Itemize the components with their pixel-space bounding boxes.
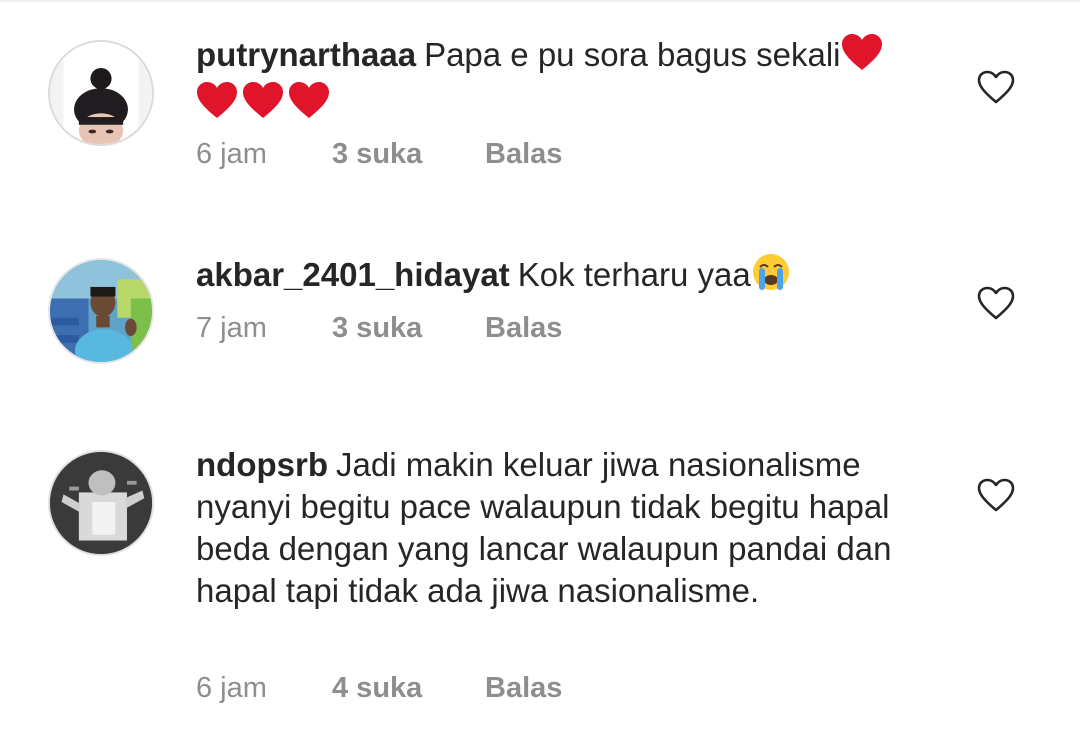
avatar-photo (50, 452, 152, 554)
comment-time: 7 jam (196, 312, 267, 344)
loudly-crying-face-icon (751, 252, 791, 302)
reply-button[interactable]: Balas (485, 312, 562, 345)
like-button[interactable] (976, 284, 1016, 324)
avatar[interactable] (48, 258, 154, 364)
comment-message: Papa e pu sora bagus sekali (424, 36, 841, 73)
comment-text: akbar_2401_hidayat Kok terharu yaa (196, 252, 936, 302)
reply-button[interactable]: Balas (485, 138, 562, 171)
comment-text: putrynarthaaa Papa e pu sora bagus sekali (196, 34, 936, 130)
avatar-photo (50, 260, 152, 362)
red-heart-icon (841, 34, 883, 82)
comment-username[interactable]: putrynarthaaa (196, 36, 416, 73)
avatar[interactable] (48, 450, 154, 556)
comment-likes-count[interactable]: 3 suka (332, 312, 422, 345)
red-heart-icon (242, 82, 284, 130)
red-heart-icon (196, 82, 238, 130)
comment-username[interactable]: akbar_2401_hidayat (196, 256, 510, 293)
avatar-photo (50, 42, 152, 144)
comment-text: ndopsrb Jadi makin keluar jiwa nasionalis… (196, 444, 936, 612)
like-button[interactable] (976, 68, 1016, 108)
like-button[interactable] (976, 476, 1016, 516)
comment-time: 6 jam (196, 672, 267, 704)
heart-outline-icon (977, 70, 1015, 104)
avatar[interactable] (48, 40, 154, 146)
heart-outline-icon (977, 478, 1015, 512)
comment-likes-count[interactable]: 3 suka (332, 138, 422, 171)
comment-username[interactable]: ndopsrb (196, 446, 328, 483)
comment-message: Kok terharu yaa (517, 256, 751, 293)
comment-likes-count[interactable]: 4 suka (332, 672, 422, 705)
heart-outline-icon (977, 286, 1015, 320)
comment-time: 6 jam (196, 138, 267, 170)
red-heart-icon (288, 82, 330, 130)
reply-button[interactable]: Balas (485, 672, 562, 705)
top-divider (0, 0, 1080, 2)
